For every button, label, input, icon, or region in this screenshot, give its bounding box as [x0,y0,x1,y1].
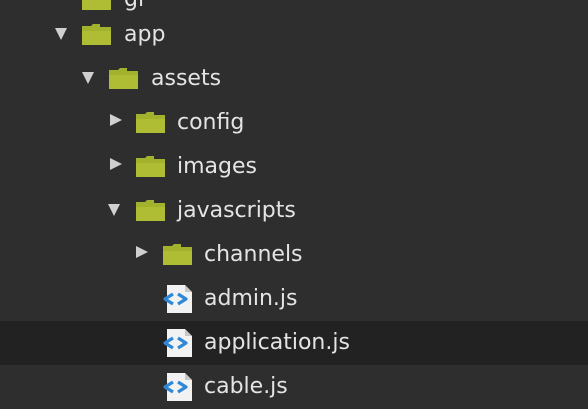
tree-row-images[interactable]: images [0,145,588,189]
tree-item-label: app [124,22,166,47]
tree-item-label: application.js [204,330,350,355]
folder-icon [109,68,138,89]
tree-row-admin-js[interactable]: admin.js [0,277,588,321]
folder-icon [136,200,165,221]
file-tree: gi app assets config images [0,0,588,406]
tree-row-application-js[interactable]: application.js [0,321,588,365]
tree-item-label: javascripts [177,198,296,223]
tree-row-app[interactable]: app [0,13,588,57]
collapsed-arrow-icon[interactable] [136,246,148,258]
tree-row-config[interactable]: config [0,101,588,145]
tree-row-channels[interactable]: channels [0,233,588,277]
collapsed-arrow-icon[interactable] [110,158,122,170]
folder-icon [82,24,111,45]
collapsed-arrow-icon[interactable] [110,114,122,126]
tree-item-label: channels [204,242,303,267]
js-file-icon [163,329,192,357]
tree-item-label: admin.js [204,286,298,311]
tree-item-label: assets [151,66,222,91]
tree-row-javascripts[interactable]: javascripts [0,189,588,233]
folder-icon [163,244,192,265]
expanded-arrow-icon[interactable] [108,204,120,216]
js-file-icon [163,285,192,313]
tree-item-label: config [177,110,245,135]
folder-icon [136,112,165,133]
folder-icon [82,0,111,10]
folder-icon [136,156,165,177]
tree-item-label: images [177,154,257,179]
tree-row-cable-js[interactable]: cable.js [0,365,588,409]
js-file-icon [163,373,192,401]
tree-row-assets[interactable]: assets [0,57,588,101]
expanded-arrow-icon[interactable] [82,72,94,84]
expanded-arrow-icon[interactable] [55,28,67,40]
tree-item-label: cable.js [204,374,288,399]
